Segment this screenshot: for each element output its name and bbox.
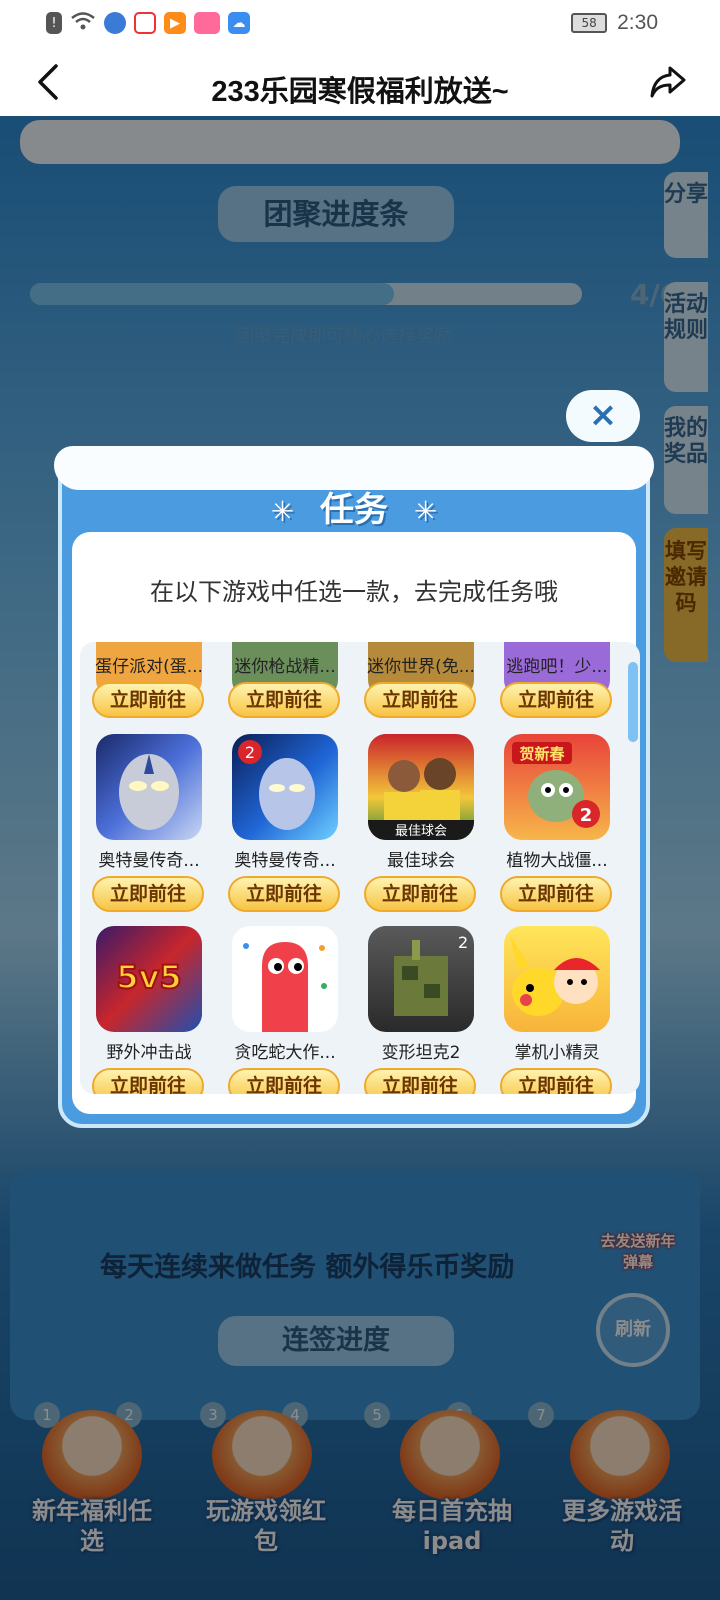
clock: 2:30 [617, 11, 658, 34]
game-name: 植物大战僵... [506, 851, 608, 871]
go-button[interactable]: 立即前往 [228, 876, 340, 912]
go-button[interactable]: 立即前往 [500, 876, 612, 912]
game-name: 变形坦克2 [381, 1043, 461, 1063]
go-button[interactable]: 立即前往 [228, 1068, 340, 1094]
go-button[interactable]: 立即前往 [364, 1068, 476, 1094]
share-icon[interactable] [648, 62, 688, 102]
wifi-icon [70, 10, 96, 36]
status-bar: ! ▶ ☁ 58 2:30 [0, 0, 720, 48]
svg-text:2: 2 [245, 743, 255, 762]
game-name: 奥特曼传奇... [234, 851, 336, 871]
game-name: 最佳球会 [387, 851, 455, 871]
weibo-icon [134, 12, 156, 34]
task-modal: ✳ 任务 ✳ 在以下游戏中任选一款，去完成任务哦 蛋仔派对(蛋... 立即前往 … [54, 446, 654, 1128]
5v5-icon[interactable]: 5v5 [96, 926, 202, 1032]
go-button[interactable]: 立即前往 [364, 682, 476, 718]
modal-title-text: 任务 [320, 490, 388, 530]
tank-icon[interactable]: 2 [368, 926, 474, 1032]
go-button[interactable]: 立即前往 [92, 682, 204, 718]
cloud-icon: ☁ [228, 12, 250, 34]
go-button[interactable]: 立即前往 [500, 682, 612, 718]
modal-title: ✳ 任务 ✳ [62, 482, 646, 531]
svg-text:5v5: 5v5 [116, 958, 181, 996]
battery-indicator: 58 [571, 13, 608, 33]
go-button[interactable]: 立即前往 [92, 1068, 204, 1094]
modal-instruction: 在以下游戏中任选一款，去完成任务哦 [150, 578, 558, 606]
game-name: 掌机小精灵 [514, 1043, 600, 1063]
game-name: 野外冲击战 [106, 1043, 192, 1063]
go-button[interactable]: 立即前往 [364, 876, 476, 912]
game-list[interactable]: 蛋仔派对(蛋... 立即前往 迷你枪战精... 立即前往 迷你世界(免... 立… [80, 642, 640, 1094]
pokemon-icon[interactable] [504, 926, 610, 1032]
game-name: 蛋仔派对(蛋... [95, 657, 203, 677]
ultraman-icon[interactable] [96, 734, 202, 840]
snowflake-icon: ✳ [270, 495, 295, 528]
game-name: 奥特曼传奇... [98, 851, 200, 871]
pvz-icon[interactable]: 贺新春 2 [504, 734, 610, 840]
game-list-scrollbar[interactable] [628, 662, 638, 742]
close-icon[interactable]: × [566, 390, 640, 442]
football-club-icon[interactable]: 最佳球会 [368, 734, 474, 840]
ultraman-2-icon[interactable]: 2 [232, 734, 338, 840]
game-name: 逃跑吧！少... [506, 657, 608, 677]
bilibili-icon [194, 12, 220, 34]
go-button[interactable]: 立即前往 [500, 1068, 612, 1094]
game-name: 贪吃蛇大作... [234, 1043, 336, 1063]
back-arrow-icon[interactable] [30, 62, 70, 102]
app-header: 233乐园寒假福利放送~ [0, 48, 720, 116]
page-title: 233乐园寒假福利放送~ [211, 76, 509, 108]
svg-text:最佳球会: 最佳球会 [395, 824, 447, 839]
modal-content: 在以下游戏中任选一款，去完成任务哦 蛋仔派对(蛋... 立即前往 迷你枪战精..… [72, 532, 640, 1114]
game-name: 迷你枪战精... [234, 657, 336, 677]
alert-icon: ! [46, 12, 62, 34]
svg-text:2: 2 [580, 805, 593, 826]
go-button[interactable]: 立即前往 [92, 876, 204, 912]
snake-icon[interactable] [232, 926, 338, 1032]
game-name: 迷你世界(免... [367, 657, 475, 677]
browser-icon [104, 12, 126, 34]
svg-text:贺新春: 贺新春 [518, 745, 564, 763]
svg-text:2: 2 [458, 933, 468, 952]
snowflake-icon: ✳ [413, 495, 438, 528]
video-icon: ▶ [164, 12, 186, 34]
go-button[interactable]: 立即前往 [228, 682, 340, 718]
